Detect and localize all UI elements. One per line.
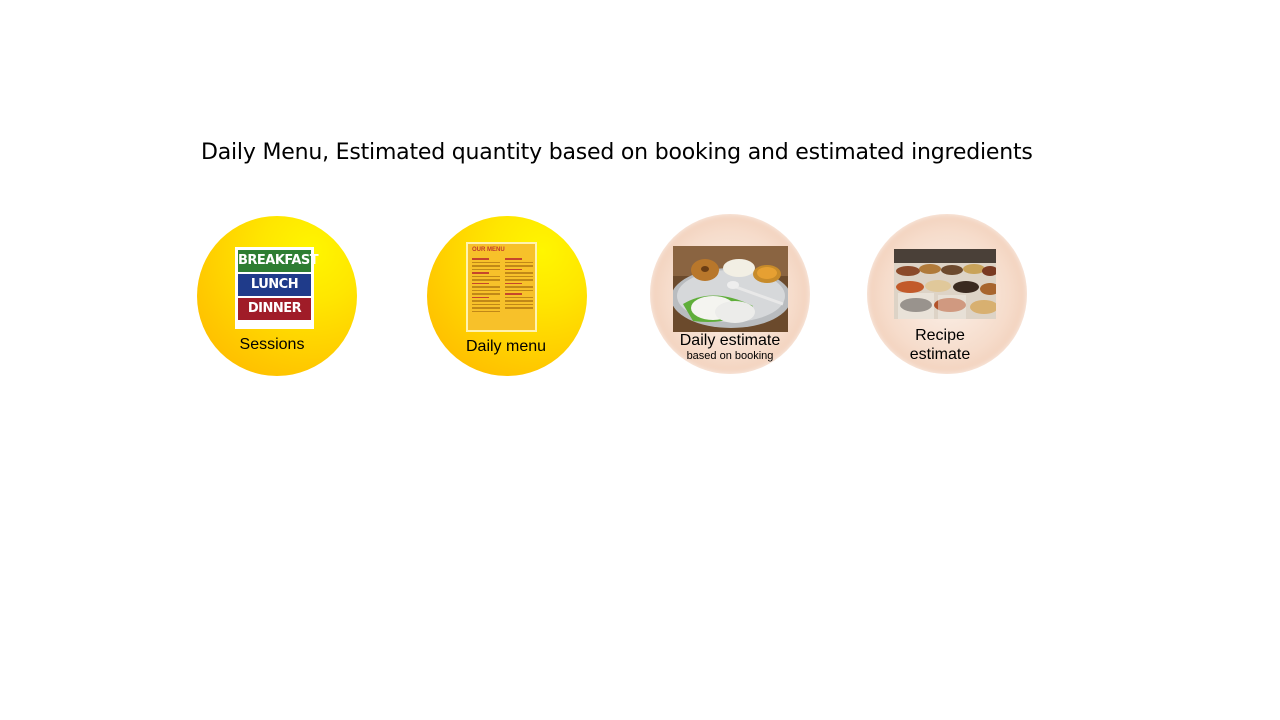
spice-sacks-photo xyxy=(894,249,996,319)
slide-title: Daily Menu, Estimated quantity based on … xyxy=(201,140,1033,165)
breakfast-band: BREAKFAST xyxy=(238,250,319,272)
recipe-estimate-label-line2: estimate xyxy=(909,346,971,363)
sessions-label: Sessions xyxy=(239,336,305,353)
menu-card-lines xyxy=(472,256,533,326)
recipe-estimate-label-line1: Recipe xyxy=(915,327,965,344)
sessions-logo-image: BREAKFAST LUNCH DINNER xyxy=(235,247,319,329)
daily-estimate-label: Daily estimate xyxy=(679,332,781,349)
idli-plate-photo xyxy=(673,246,788,332)
daily-estimate-sublabel: based on booking xyxy=(686,350,774,362)
daily-menu-label: Daily menu xyxy=(465,338,547,355)
dinner-band: DINNER xyxy=(238,298,311,320)
menu-card-title: OUR MENU xyxy=(472,247,505,253)
lunch-band: LUNCH xyxy=(238,274,311,296)
menu-card-image: OUR MENU xyxy=(466,242,537,332)
